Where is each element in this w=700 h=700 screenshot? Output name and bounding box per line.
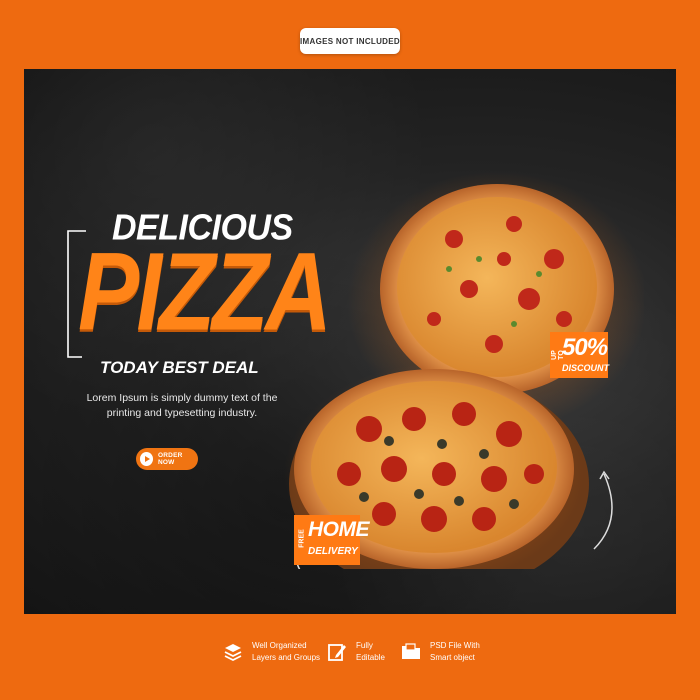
feature-layers-line1: Well Organized [252, 641, 307, 650]
images-not-included-badge: IMAGES NOT INCLUDED [300, 28, 400, 54]
discount-label: DISCOUNT [562, 363, 609, 373]
home-delivery-badge: FREE HOME DELIVERY [294, 515, 370, 565]
delivery-label: DELIVERY [308, 546, 358, 557]
layers-icon [224, 644, 242, 662]
delivery-home: HOME [308, 518, 370, 541]
folder-icon [402, 643, 420, 659]
feature-layers-line2: Layers and Groups [252, 653, 321, 662]
play-icon [140, 452, 154, 466]
feature-psd: PSD File With Smart object [400, 640, 480, 664]
delivery-free: FREE [298, 529, 306, 548]
features-row: Well Organized Layers and Groups Fully Edi… [222, 640, 502, 674]
discount-badge: UP TO 50% DISCOUNT [550, 332, 609, 378]
feature-editable-line2: Editable [356, 653, 385, 662]
feature-psd-line1: PSD File With [430, 641, 480, 650]
discount-percent: 50% [562, 334, 608, 361]
edit-icon [328, 644, 346, 661]
order-now-button[interactable]: ORDER NOW [136, 448, 198, 470]
feature-psd-line2: Smart object [430, 653, 475, 662]
order-now-label: ORDER NOW [158, 452, 183, 466]
feature-layers: Well Organized Layers and Groups [222, 640, 320, 664]
pizza-banner: DELICIOUS PIZZA TODAY BEST DEAL Lorem Ip… [24, 69, 676, 614]
description-text: Lorem Ipsum is simply dummy text of the … [86, 392, 278, 419]
feature-editable: Fully Editable [326, 640, 385, 664]
feature-editable-line1: Fully [356, 641, 373, 650]
headline-frame-line [67, 230, 86, 358]
